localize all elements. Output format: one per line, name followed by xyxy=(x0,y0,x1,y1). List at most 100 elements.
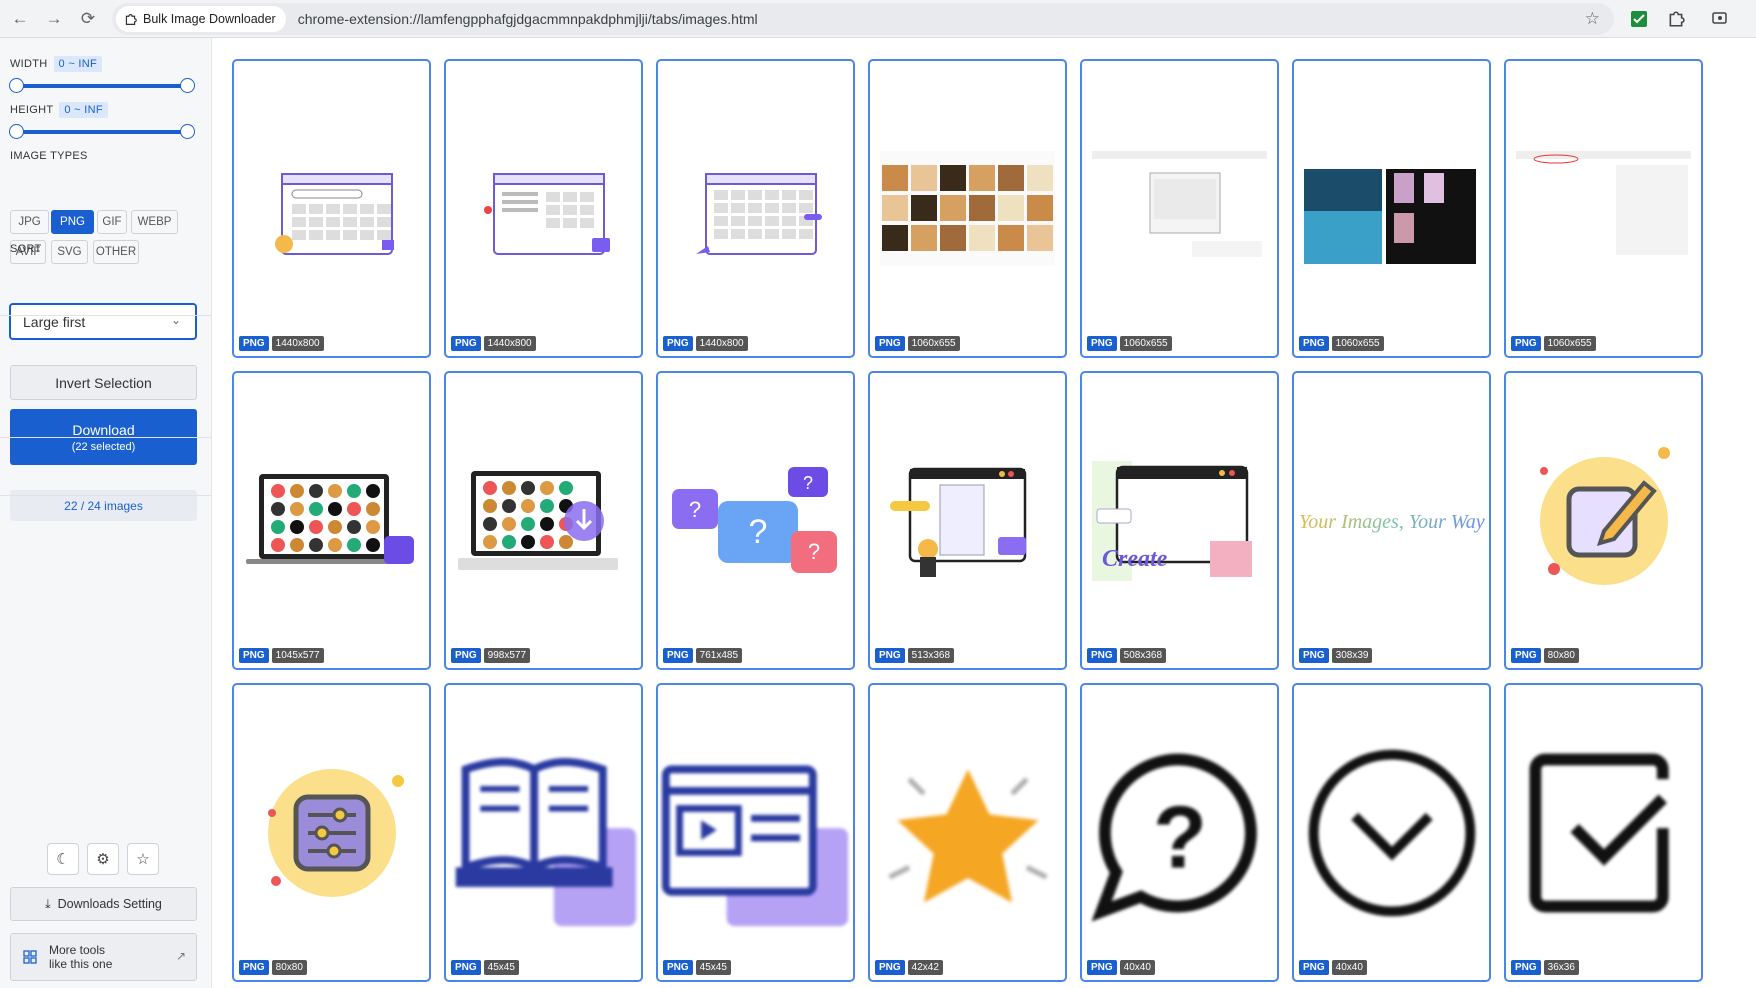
image-card[interactable]: PNG 45x45 xyxy=(444,683,643,982)
image-types-label: IMAGE TYPES xyxy=(10,150,88,162)
image-size-badge: 45x45 xyxy=(483,960,519,975)
forward-button[interactable]: → xyxy=(40,5,68,33)
image-size-badge: 1440x800 xyxy=(483,336,536,351)
image-thumbnail xyxy=(1506,373,1701,668)
invert-selection-button[interactable]: Invert Selection xyxy=(10,365,197,400)
sort-select[interactable]: Large first ⌄ xyxy=(9,303,197,340)
more-tools-text: More tools like this one xyxy=(49,943,112,971)
image-type-badge: PNG xyxy=(1087,960,1117,975)
extension-check-icon[interactable] xyxy=(1627,7,1651,31)
image-size-badge: 513x368 xyxy=(907,648,955,663)
image-card[interactable]: PNG 513x368 xyxy=(868,371,1067,670)
image-tags: PNG 1045x577 xyxy=(239,648,324,663)
reload-button[interactable]: ⟳ xyxy=(74,5,102,33)
image-size-badge: 1440x800 xyxy=(695,336,748,351)
type-button-gif[interactable]: GIF xyxy=(97,210,127,234)
more-tools-link[interactable]: More tools like this one ↗ xyxy=(10,933,197,981)
image-tags: PNG 998x577 xyxy=(451,648,531,663)
image-card[interactable]: Your Images, Your Way PNG 308x39 xyxy=(1292,371,1491,670)
image-type-badge: PNG xyxy=(239,960,269,975)
image-card[interactable]: PNG 1440x800 xyxy=(444,59,643,358)
height-slider[interactable] xyxy=(9,124,195,139)
divider xyxy=(0,315,212,316)
image-card[interactable]: PNG 998x577 xyxy=(444,371,643,670)
height-max-handle[interactable] xyxy=(180,124,195,139)
bookmark-star-icon[interactable]: ☆ xyxy=(1585,9,1600,29)
height-min-handle[interactable] xyxy=(9,124,24,139)
image-tags: PNG 761x485 xyxy=(663,648,743,663)
download-icon: ⤓ xyxy=(45,896,51,911)
type-button-svg[interactable]: SVG xyxy=(51,240,88,264)
width-max-handle[interactable] xyxy=(180,78,195,93)
image-type-badge: PNG xyxy=(663,648,693,663)
image-thumbnail xyxy=(446,685,641,980)
site-chip[interactable]: Bulk Image Downloader xyxy=(116,6,286,32)
image-card[interactable]: PNG 1045x577 xyxy=(232,371,431,670)
image-thumbnail xyxy=(870,373,1065,668)
image-card[interactable]: PNG 80x80 xyxy=(1504,371,1703,670)
image-card[interactable]: PNG 80x80 xyxy=(232,683,431,982)
image-size-badge: 1045x577 xyxy=(271,648,324,663)
image-type-badge: PNG xyxy=(1087,648,1117,663)
image-type-badge: PNG xyxy=(451,336,481,351)
sort-label: SORT xyxy=(10,243,42,255)
image-card[interactable]: PNG 1440x800 xyxy=(232,59,431,358)
image-tags: PNG 42x42 xyxy=(875,960,943,975)
extensions-puzzle-icon[interactable] xyxy=(1664,7,1688,31)
downloads-setting-button[interactable]: ⤓ Downloads Setting xyxy=(10,887,197,921)
image-card[interactable]: PNG 1440x800 xyxy=(656,59,855,358)
image-size-badge: 761x485 xyxy=(695,648,743,663)
dark-mode-button[interactable]: ☾ xyxy=(47,843,79,875)
download-label: Download xyxy=(72,421,135,438)
tab-title: Bulk Image Downloader xyxy=(143,12,276,26)
image-thumbnail xyxy=(1082,61,1277,356)
image-card[interactable]: PNG 42x42 xyxy=(868,683,1067,982)
moon-icon: ☾ xyxy=(56,851,70,868)
type-button-webp[interactable]: WEBP xyxy=(131,210,178,234)
image-thumbnail xyxy=(1506,685,1701,980)
image-thumbnail: ???? xyxy=(658,373,853,668)
width-filter-label: WIDTH 0 ~ INF xyxy=(10,56,103,72)
type-button-jpg[interactable]: JPG xyxy=(10,210,49,234)
image-thumbnail xyxy=(234,373,429,668)
image-card[interactable]: PNG 1060x655 xyxy=(1504,59,1703,358)
width-min-handle[interactable] xyxy=(9,78,24,93)
image-card[interactable]: PNG 40x40 xyxy=(1292,683,1491,982)
image-tags: PNG 508x368 xyxy=(1087,648,1167,663)
image-tags: PNG 1060x655 xyxy=(1087,336,1172,351)
image-tags: PNG 308x39 xyxy=(1299,648,1373,663)
downloads-setting-label: Downloads Setting xyxy=(57,897,162,911)
image-size-badge: 45x45 xyxy=(695,960,731,975)
image-type-badge: PNG xyxy=(239,336,269,351)
filter-sidebar: WIDTH 0 ~ INF HEIGHT 0 ~ INF IMAGE TYPES… xyxy=(0,38,212,988)
external-link-icon: ↗ xyxy=(175,949,186,963)
image-type-badge: PNG xyxy=(239,648,269,663)
devices-icon[interactable] xyxy=(1708,7,1732,31)
image-tags: PNG 80x80 xyxy=(239,960,307,975)
back-button[interactable]: ← xyxy=(6,5,34,33)
address-bar[interactable]: Bulk Image Downloader chrome-extension:/… xyxy=(112,3,1614,35)
type-button-other[interactable]: OTHER xyxy=(93,240,139,264)
image-card[interactable]: Create PNG 508x368 xyxy=(1080,371,1279,670)
image-card[interactable]: PNG 1060x655 xyxy=(1292,59,1491,358)
image-thumbnail xyxy=(870,61,1065,356)
image-size-badge: 40x40 xyxy=(1331,960,1367,975)
height-filter-label: HEIGHT 0 ~ INF xyxy=(10,102,108,118)
url-text[interactable]: chrome-extension://lamfengpphafgjdgacmmn… xyxy=(298,11,758,27)
image-size-badge: 1060x655 xyxy=(907,336,960,351)
image-thumbnail xyxy=(234,61,429,356)
width-range-badge: 0 ~ INF xyxy=(53,56,103,72)
type-button-png[interactable]: PNG xyxy=(51,210,94,234)
image-type-badge: PNG xyxy=(875,648,905,663)
image-card[interactable]: PNG 1060x655 xyxy=(868,59,1067,358)
image-card[interactable]: PNG 36x36 xyxy=(1504,683,1703,982)
star-icon: ☆ xyxy=(136,851,150,868)
favorite-button[interactable]: ☆ xyxy=(127,843,159,875)
image-tags: PNG 1440x800 xyxy=(663,336,748,351)
image-card[interactable]: ???? PNG 761x485 xyxy=(656,371,855,670)
settings-button[interactable]: ⚙ xyxy=(87,843,119,875)
image-card[interactable]: ? PNG 40x40 xyxy=(1080,683,1279,982)
image-card[interactable]: PNG 1060x655 xyxy=(1080,59,1279,358)
image-card[interactable]: PNG 45x45 xyxy=(656,683,855,982)
width-slider[interactable] xyxy=(9,78,195,93)
